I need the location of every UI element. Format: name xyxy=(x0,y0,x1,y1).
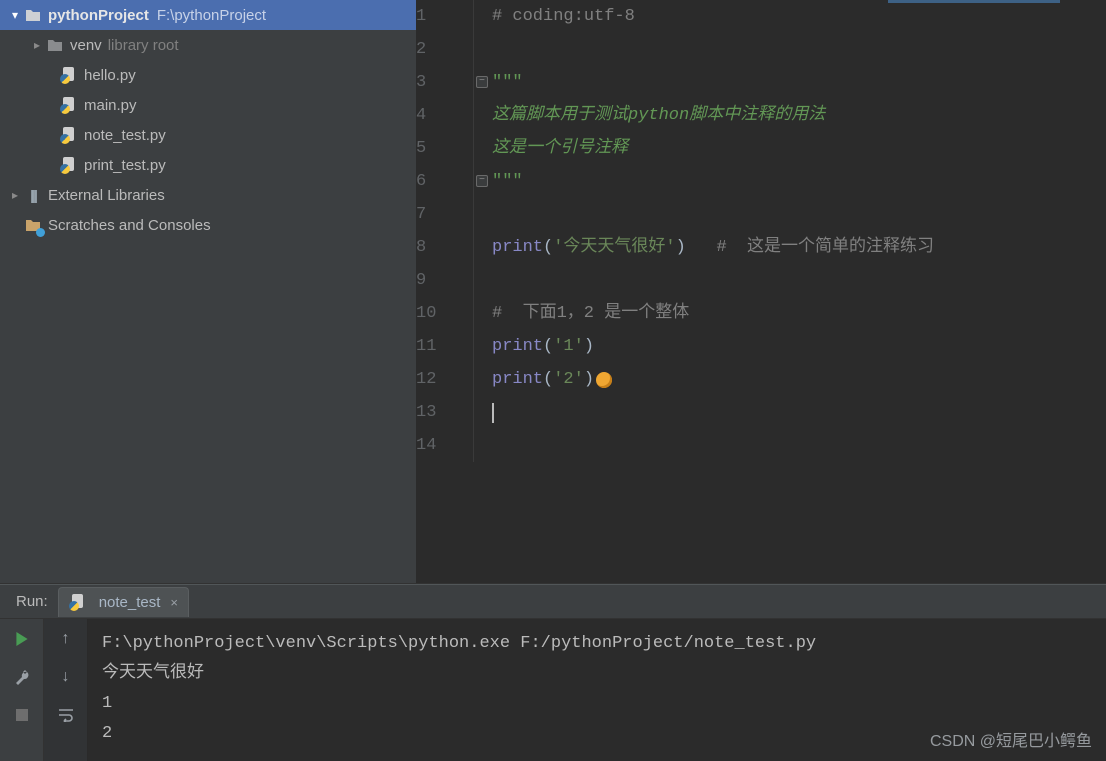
line-number: 6 xyxy=(416,165,474,198)
code-text: print xyxy=(492,330,543,363)
python-file-icon xyxy=(60,126,78,144)
fold-minus-icon[interactable]: − xyxy=(476,76,488,88)
file-name: note_test.py xyxy=(84,127,166,144)
code-text: 这是一个引号注释 xyxy=(492,132,628,165)
run-tab[interactable]: note_test × xyxy=(58,587,189,617)
folder-icon xyxy=(24,6,42,24)
console-output[interactable]: F:\pythonProject\venv\Scripts\python.exe… xyxy=(88,619,1106,761)
gutter: 1 2 3 4 5 6 7 8 9 10 11 12 13 14 xyxy=(416,0,474,583)
intention-bulb-icon[interactable] xyxy=(596,372,612,388)
chevron-down-icon[interactable]: ▾ xyxy=(6,8,24,22)
line-number: 9 xyxy=(416,264,474,297)
console-line: 1 xyxy=(102,689,1092,719)
fold-column: − − xyxy=(474,0,492,583)
file-name: print_test.py xyxy=(84,157,166,174)
arrow-down-icon[interactable]: ↓ xyxy=(54,665,78,689)
file-item[interactable]: hello.py xyxy=(0,60,416,90)
file-item[interactable]: note_test.py xyxy=(0,120,416,150)
stop-button[interactable] xyxy=(10,703,34,727)
chevron-right-icon[interactable]: ▸ xyxy=(6,188,24,202)
line-number: 2 xyxy=(416,33,474,66)
run-tab-name: note_test xyxy=(99,594,161,611)
code-text: '今天天气很好' xyxy=(553,231,675,264)
code-text: print xyxy=(492,231,543,264)
caret xyxy=(492,403,494,423)
line-number: 7 xyxy=(416,198,474,231)
code-area[interactable]: # coding:utf-8 """ 这篇脚本用于测试python脚本中注释的用… xyxy=(492,0,1106,583)
line-number: 5 xyxy=(416,132,474,165)
line-number: 13 xyxy=(416,396,474,429)
code-editor[interactable]: 1 2 3 4 5 6 7 8 9 10 11 12 13 14 − − # c… xyxy=(416,0,1106,583)
code-text: '2' xyxy=(553,363,584,396)
code-text: """ xyxy=(492,165,523,198)
code-text: # 下面1，2 是一个整体 xyxy=(492,297,689,330)
run-nav: ↑ ↓ xyxy=(44,619,88,761)
project-tree[interactable]: ▾ pythonProject F:\pythonProject ▸ venv … xyxy=(0,0,416,583)
soft-wrap-icon[interactable] xyxy=(54,703,78,727)
python-file-icon xyxy=(60,66,78,84)
console-line: 今天天气很好 xyxy=(102,659,1092,689)
library-icon: ||| xyxy=(24,186,42,204)
code-text: # coding:utf-8 xyxy=(492,0,635,33)
scratches-icon xyxy=(24,216,42,234)
line-number: 3 xyxy=(416,66,474,99)
close-icon[interactable]: × xyxy=(170,595,178,610)
fold-minus-icon[interactable]: − xyxy=(476,175,488,187)
project-path: F:\pythonProject xyxy=(157,7,266,24)
external-libs-label: External Libraries xyxy=(48,187,165,204)
rerun-button[interactable] xyxy=(10,627,34,651)
file-name: main.py xyxy=(84,97,137,114)
line-number: 11 xyxy=(416,330,474,363)
code-text: 这篇脚本用于测试python脚本中注释的用法 xyxy=(492,99,825,132)
line-number: 14 xyxy=(416,429,474,462)
line-number: 12 xyxy=(416,363,474,396)
venv-name: venv xyxy=(70,37,102,54)
run-body: ↑ ↓ F:\pythonProject\venv\Scripts\python… xyxy=(0,619,1106,761)
python-file-icon xyxy=(69,593,87,611)
run-label: Run: xyxy=(6,593,58,610)
project-name: pythonProject xyxy=(48,7,149,24)
wrench-icon[interactable] xyxy=(10,665,34,689)
venv-folder[interactable]: ▸ venv library root xyxy=(0,30,416,60)
code-text: # 这是一个简单的注释练习 xyxy=(716,231,934,264)
external-libraries[interactable]: ▸ ||| External Libraries xyxy=(0,180,416,210)
code-text: '1' xyxy=(553,330,584,363)
line-number: 10 xyxy=(416,297,474,330)
line-number: 4 xyxy=(416,99,474,132)
console-line: F:\pythonProject\venv\Scripts\python.exe… xyxy=(102,629,1092,659)
python-file-icon xyxy=(60,156,78,174)
folder-icon xyxy=(46,36,64,54)
line-number: 1 xyxy=(416,0,474,33)
project-root[interactable]: ▾ pythonProject F:\pythonProject xyxy=(0,0,416,30)
watermark: CSDN @短尾巴小鳄鱼 xyxy=(930,727,1092,757)
file-item[interactable]: print_test.py xyxy=(0,150,416,180)
file-item[interactable]: main.py xyxy=(0,90,416,120)
run-tab-bar: Run: note_test × xyxy=(0,585,1106,619)
run-panel: Run: note_test × ↑ ↓ F:\python xyxy=(0,584,1106,761)
code-text: """ xyxy=(492,66,523,99)
line-number: 8 xyxy=(416,231,474,264)
arrow-up-icon[interactable]: ↑ xyxy=(54,627,78,651)
scratches-consoles[interactable]: Scratches and Consoles xyxy=(0,210,416,240)
python-file-icon xyxy=(60,96,78,114)
file-name: hello.py xyxy=(84,67,136,84)
scratches-label: Scratches and Consoles xyxy=(48,217,211,234)
chevron-right-icon[interactable]: ▸ xyxy=(28,38,46,52)
code-text: print xyxy=(492,363,543,396)
workspace: ▾ pythonProject F:\pythonProject ▸ venv … xyxy=(0,0,1106,584)
run-toolbar xyxy=(0,619,44,761)
venv-hint: library root xyxy=(108,37,179,54)
